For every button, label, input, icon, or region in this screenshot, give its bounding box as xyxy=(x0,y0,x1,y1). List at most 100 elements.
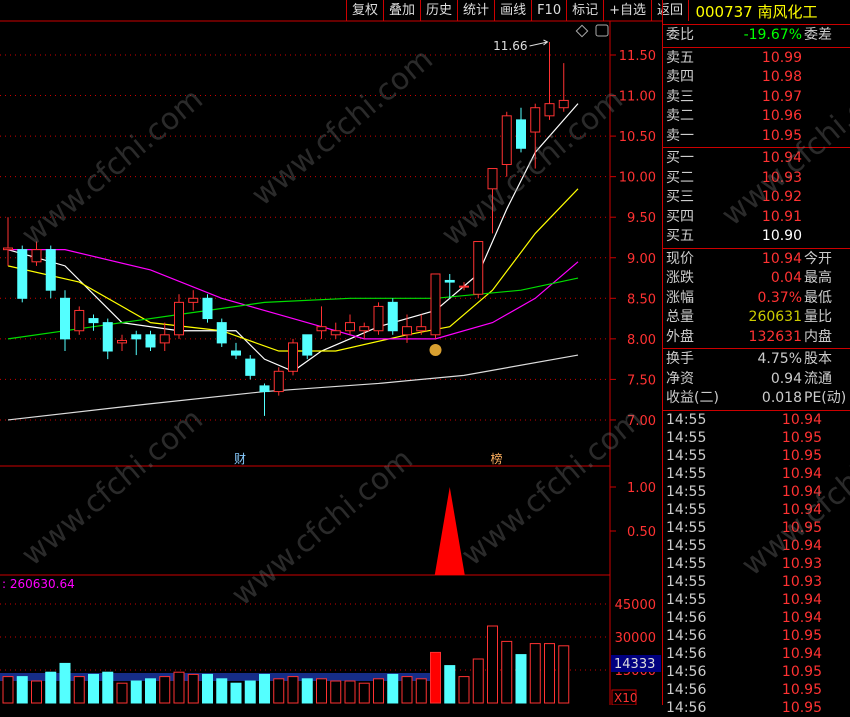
toolbar-button[interactable]: 历史 xyxy=(421,0,459,21)
candle[interactable] xyxy=(145,334,156,348)
candle[interactable] xyxy=(501,115,512,165)
candle[interactable] xyxy=(159,334,170,344)
candle[interactable] xyxy=(188,297,199,303)
candle[interactable] xyxy=(373,305,384,332)
tick-row: 14:55 10.95 xyxy=(663,519,850,537)
tick-row: 14:55 10.94 xyxy=(663,537,850,555)
candle[interactable] xyxy=(3,247,13,251)
value: 10.95 xyxy=(761,127,802,144)
toolbar-button[interactable]: 叠加 xyxy=(384,0,422,21)
kline-chart[interactable]: 11.50 11.00 10.50 10.00 9.50 9.00 8.50 8.00 7.50… xyxy=(0,0,662,705)
price-tick-label: 10.00 xyxy=(619,171,656,186)
event-marker[interactable]: 财 xyxy=(234,452,246,466)
label: 买一 xyxy=(666,150,694,166)
candle[interactable] xyxy=(216,322,227,344)
label: 最低 xyxy=(804,289,832,306)
candle[interactable] xyxy=(430,273,441,336)
candle[interactable] xyxy=(473,241,484,295)
tick-time: 14:55 xyxy=(666,447,707,464)
candle[interactable] xyxy=(444,279,455,283)
candle[interactable] xyxy=(74,309,85,332)
volume-unit: X10 xyxy=(614,691,638,705)
candle[interactable] xyxy=(387,301,398,332)
candle[interactable] xyxy=(345,322,355,332)
quote-row: 总量 260631 量比 xyxy=(663,308,850,328)
candle[interactable] xyxy=(245,358,256,376)
candle[interactable] xyxy=(316,326,327,332)
volume-tick-label: 30000 xyxy=(615,631,656,646)
candle[interactable] xyxy=(416,326,427,332)
volume-bar xyxy=(116,682,128,704)
price-tick-label: 7.00 xyxy=(627,414,656,429)
tick-price: 10.93 xyxy=(781,555,822,572)
value: 0.018 xyxy=(761,390,802,406)
value: 4.75% xyxy=(757,351,802,367)
candle[interactable] xyxy=(60,297,70,340)
money-bag-icon[interactable] xyxy=(429,344,442,356)
candle[interactable] xyxy=(302,334,313,356)
volume-bar xyxy=(501,640,513,704)
candle[interactable] xyxy=(174,301,184,336)
toolbar-button[interactable]: F10 xyxy=(532,0,568,21)
candle[interactable] xyxy=(330,330,341,336)
toolbar-button[interactable]: 画线 xyxy=(495,0,533,21)
toolbar-button[interactable]: 复权 xyxy=(347,0,385,21)
candle[interactable] xyxy=(544,103,555,117)
sell-row: 卖四 10.98 xyxy=(663,68,850,88)
toolbar-button[interactable]: 统计 xyxy=(458,0,496,21)
candle[interactable] xyxy=(516,119,526,149)
value: -19.67% xyxy=(743,27,802,43)
panel-toggle-icon[interactable] xyxy=(595,24,609,37)
diamond-icon[interactable] xyxy=(575,24,589,38)
candle[interactable] xyxy=(17,249,28,299)
tick-time: 14:56 xyxy=(666,627,707,644)
candle[interactable] xyxy=(259,385,270,393)
sell-row: 卖一 10.95 xyxy=(663,127,850,147)
tick-time: 14:55 xyxy=(666,465,707,482)
candle[interactable] xyxy=(288,342,298,372)
candle[interactable] xyxy=(131,334,142,340)
tick-row: 14:56 10.94 xyxy=(663,645,850,663)
weibi-row: 委比 -19.67% 委差 xyxy=(663,26,850,46)
label: 卖五 xyxy=(666,49,694,66)
candle[interactable] xyxy=(117,339,127,344)
candle[interactable] xyxy=(88,318,99,324)
volume-label: : 260630.64 xyxy=(2,577,75,591)
candle[interactable] xyxy=(487,168,498,190)
label: 涨幅 xyxy=(666,289,694,306)
label: PE(动) xyxy=(804,390,847,406)
toolbar-button[interactable]: 标记 xyxy=(567,0,605,21)
candle[interactable] xyxy=(558,99,569,109)
arrow-icon xyxy=(529,39,549,47)
toolbar: 复权 叠加 历史 统计 画线 F10 标记 +自选 返回 xyxy=(346,0,690,21)
tick-list: 14:55 10.94 14:55 10.95 14:55 10.95 14:55 10.94… xyxy=(663,411,850,717)
candle[interactable] xyxy=(31,249,42,263)
candle[interactable] xyxy=(45,249,56,291)
candle[interactable] xyxy=(273,370,284,393)
candle[interactable] xyxy=(102,322,113,352)
volume-bar xyxy=(31,680,42,704)
buy-row: 买四 10.91 xyxy=(663,208,850,228)
volume-bar xyxy=(2,676,14,704)
candle[interactable] xyxy=(202,297,213,320)
volume-bar xyxy=(88,673,99,704)
candle[interactable] xyxy=(459,285,469,288)
volume-bar xyxy=(16,676,28,704)
candle[interactable] xyxy=(231,350,241,356)
tick-row: 14:56 10.95 xyxy=(663,627,850,645)
tick-price: 10.95 xyxy=(781,663,822,680)
toolbar-button[interactable]: +自选 xyxy=(604,0,653,21)
tick-row: 14:56 10.95 xyxy=(663,699,850,717)
event-marker[interactable]: 榜 xyxy=(491,451,503,466)
label: 买二 xyxy=(666,169,694,186)
candle[interactable] xyxy=(402,326,412,336)
label: 委差 xyxy=(804,27,832,43)
volume-bar xyxy=(401,676,413,704)
tick-time: 14:55 xyxy=(666,483,707,500)
candle[interactable] xyxy=(530,107,541,133)
sell-row: 卖五 10.99 xyxy=(663,49,850,69)
fund-row: 换手 4.75% 股本 xyxy=(663,350,850,370)
candle[interactable] xyxy=(359,326,370,332)
tick-time: 14:56 xyxy=(666,663,707,680)
tick-time: 14:55 xyxy=(666,537,707,554)
